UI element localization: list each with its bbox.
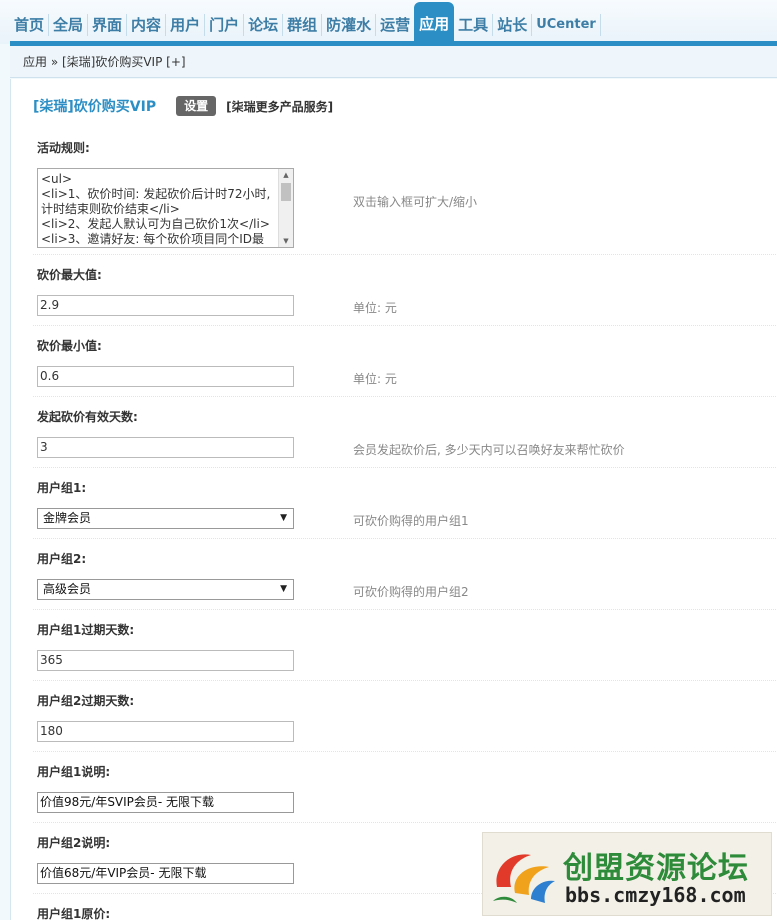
watermark-url: bbs.cmzy168.com	[565, 883, 746, 907]
row-divider	[33, 538, 777, 539]
group2-expire-input[interactable]: 180	[37, 721, 294, 742]
user-group1-label: 用户组1:	[37, 481, 87, 495]
nav-item-webmaster[interactable]: 站长	[493, 6, 531, 44]
scroll-down-icon[interactable]: ▼	[279, 235, 293, 247]
group2-desc-label: 用户组2说明:	[37, 836, 111, 850]
rules-textarea-content: <ul> <li>1、砍价时间: 发起砍价后计时72小时, 计时结束则砍价结束<…	[41, 172, 271, 246]
valid-days-input[interactable]: 3	[37, 437, 294, 458]
nav-item-tools[interactable]: 工具	[454, 6, 492, 44]
min-bargain-tip: 单位: 元	[353, 372, 397, 386]
settings-button[interactable]: 设置	[176, 96, 217, 116]
top-nav-list: 首页 全局 界面 内容 用户 门户 论坛 群组 防灌水 运营 应用 工具 站长 …	[10, 2, 601, 44]
min-bargain-input[interactable]: 0.6	[37, 366, 294, 387]
settings-panel: [柒瑞]砍价购买VIP 设置 [柒瑞更多产品服务] 活动规则: <ul> <li…	[10, 79, 777, 920]
nav-item-groups[interactable]: 群组	[283, 6, 321, 44]
user-group2-selected: 高级会员	[43, 582, 92, 596]
nav-item-content[interactable]: 内容	[127, 6, 165, 44]
plugin-title[interactable]: [柒瑞]砍价购买VIP	[33, 96, 156, 116]
group1-expire-input[interactable]: 365	[37, 650, 294, 671]
row-divider	[33, 680, 777, 681]
dropdown-arrow-icon: ▼	[280, 584, 287, 594]
nav-item-forum[interactable]: 论坛	[244, 6, 282, 44]
more-products-link[interactable]: [柒瑞更多产品服务]	[226, 98, 333, 115]
max-bargain-tip: 单位: 元	[353, 301, 397, 315]
row-divider	[33, 609, 777, 610]
row-divider	[33, 325, 777, 326]
nav-item-portal[interactable]: 门户	[205, 6, 243, 44]
group1-expire-label: 用户组1过期天数:	[37, 623, 135, 637]
valid-days-label: 发起砍价有效天数:	[37, 410, 138, 424]
group1-desc-input[interactable]: 价值98元/年SVIP会员- 无限下载	[37, 792, 294, 813]
rules-scrollbar[interactable]: ▲ ▼	[278, 169, 293, 247]
max-bargain-input[interactable]: 2.9	[37, 295, 294, 316]
group1-desc-label: 用户组1说明:	[37, 765, 111, 779]
top-nav: 首页 全局 界面 内容 用户 门户 论坛 群组 防灌水 运营 应用 工具 站长 …	[0, 0, 777, 44]
nav-item-apps[interactable]: 应用	[414, 2, 455, 44]
nav-item-operations[interactable]: 运营	[376, 6, 414, 44]
scroll-thumb[interactable]	[281, 183, 291, 201]
min-bargain-label: 砍价最小值:	[37, 339, 102, 353]
user-group2-select[interactable]: 高级会员 ▼	[37, 579, 294, 600]
row-divider	[33, 467, 777, 468]
site-watermark: 创盟资源论坛 bbs.cmzy168.com	[482, 832, 772, 916]
nav-separator	[599, 14, 601, 36]
nav-item-global[interactable]: 全局	[49, 6, 87, 44]
nav-item-users[interactable]: 用户	[166, 6, 204, 44]
row-divider	[33, 822, 777, 823]
group2-desc-input[interactable]: 价值68元/年VIP会员- 无限下载	[37, 863, 294, 884]
nav-item-ucenter[interactable]: UCenter	[532, 6, 600, 44]
nav-item-interface[interactable]: 界面	[88, 6, 126, 44]
user-group2-label: 用户组2:	[37, 552, 87, 566]
max-bargain-label: 砍价最大值:	[37, 268, 102, 282]
dropdown-arrow-icon: ▼	[280, 513, 287, 523]
user-group1-select[interactable]: 金牌会员 ▼	[37, 508, 294, 529]
breadcrumb[interactable]: 应用 » [柒瑞]砍价购买VIP [+]	[10, 46, 777, 78]
scroll-up-icon[interactable]: ▲	[279, 169, 293, 181]
rules-label: 活动规则:	[37, 141, 90, 155]
user-group2-tip: 可砍价购得的用户组2	[353, 585, 469, 599]
user-group1-tip: 可砍价购得的用户组1	[353, 514, 469, 528]
row-divider	[33, 751, 777, 752]
rules-textarea[interactable]: <ul> <li>1、砍价时间: 发起砍价后计时72小时, 计时结束则砍价结束<…	[37, 168, 294, 248]
user-group1-selected: 金牌会员	[43, 511, 92, 525]
watermark-name: 创盟资源论坛	[563, 851, 749, 886]
forum-logo-icon	[493, 854, 555, 903]
nav-item-home[interactable]: 首页	[10, 6, 48, 44]
row-divider	[33, 254, 777, 255]
group1-price-label: 用户组1原价:	[37, 907, 111, 920]
plugin-header: [柒瑞]砍价购买VIP 设置 [柒瑞更多产品服务]	[33, 95, 333, 117]
nav-item-antispam[interactable]: 防灌水	[322, 6, 375, 44]
group2-expire-label: 用户组2过期天数:	[37, 694, 135, 708]
valid-days-tip: 会员发起砍价后, 多少天内可以召唤好友来帮忙砍价	[353, 443, 625, 457]
rules-tip: 双击输入框可扩大/缩小	[353, 195, 478, 209]
row-divider	[33, 396, 777, 397]
